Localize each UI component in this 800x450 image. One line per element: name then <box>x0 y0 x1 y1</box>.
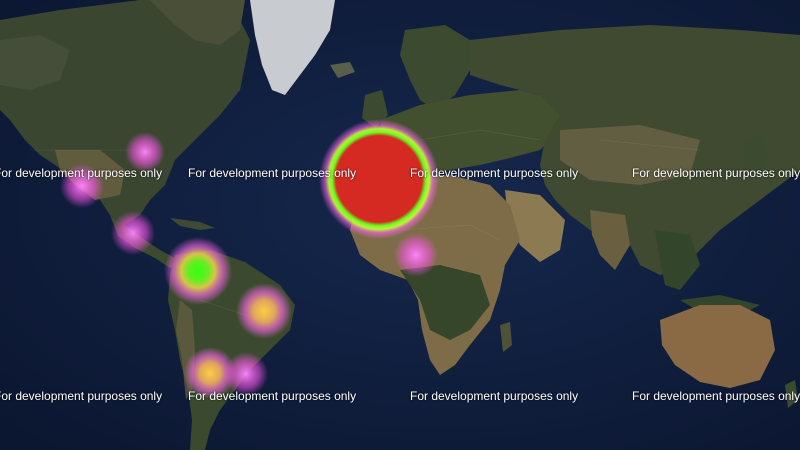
heatmap-point-mexico <box>111 211 155 255</box>
heatmap-point-usa-west <box>60 164 104 208</box>
heatmap-point-argentina <box>224 352 268 396</box>
map-container[interactable]: For development purposes only For develo… <box>0 0 800 450</box>
heatmap-point-brazil <box>236 283 292 339</box>
heatmap-point-west-africa <box>394 233 438 277</box>
satellite-basemap[interactable] <box>0 0 800 450</box>
heatmap-point-usa-central <box>125 132 165 172</box>
heatmap-point-iberia <box>319 119 439 239</box>
heatmap-point-colombia <box>164 237 232 305</box>
